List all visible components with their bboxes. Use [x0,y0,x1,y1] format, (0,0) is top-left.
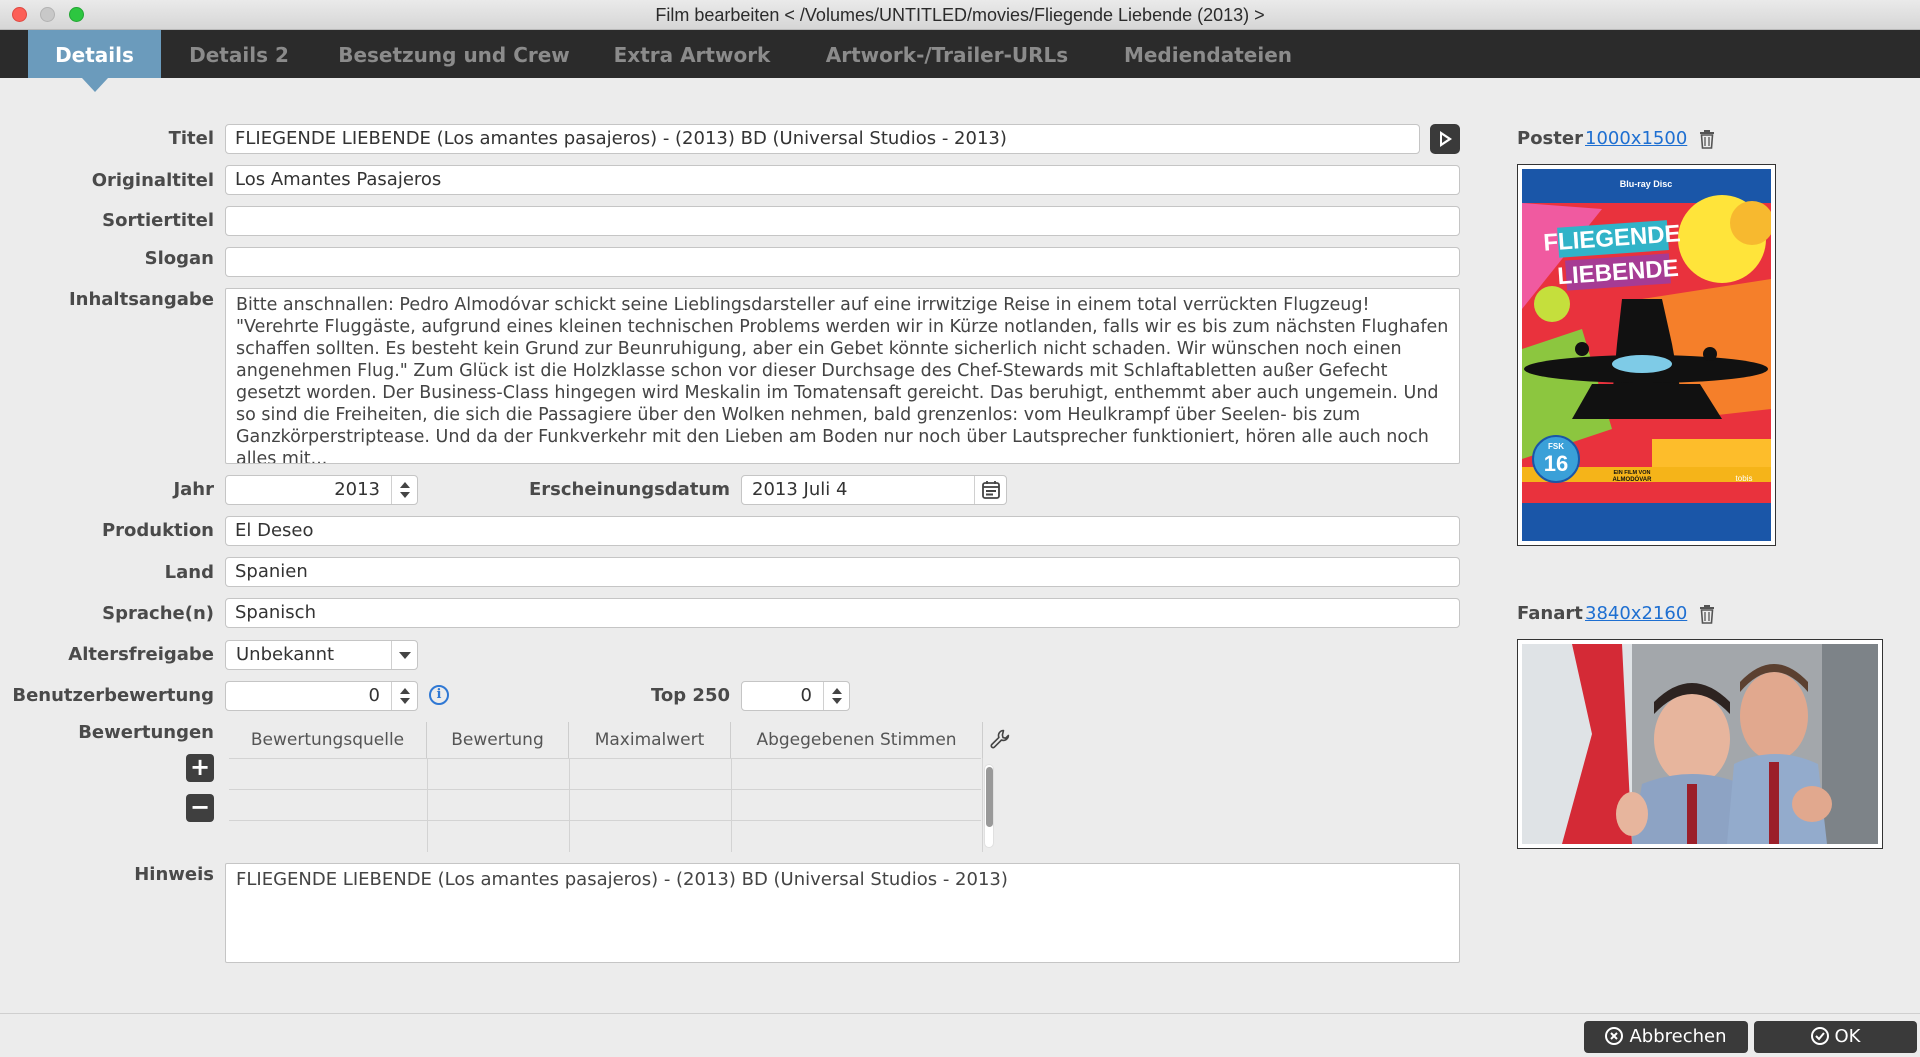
table-col-divider [427,758,428,852]
certification-select[interactable]: Unbekannt [225,640,418,670]
fanart-image[interactable] [1517,639,1883,849]
remove-rating-button[interactable]: − [186,794,214,822]
ratings-column-votes[interactable]: Abgegebenen Stimmen [731,722,983,758]
tab-details-2[interactable]: Details 2 [178,30,300,78]
trash-icon[interactable] [1699,129,1715,149]
footer-divider [0,1013,1920,1014]
tab-details[interactable]: Details [28,30,161,92]
ok-button[interactable]: OK [1754,1021,1917,1053]
wrench-icon[interactable] [989,728,1011,750]
table-col-divider [982,758,983,852]
ok-button-label: OK [1834,1026,1861,1047]
window-title: Film bearbeiten < /Volumes/UNTITLED/movi… [655,5,1265,25]
poster-label-right: tobis [1736,474,1753,483]
ratings-scrollbar-thumb[interactable] [986,767,993,827]
ratings-column-max[interactable]: Maximalwert [569,722,731,758]
tab-extra-artwork[interactable]: Extra Artwork [606,30,778,78]
top250-label: Top 250 [651,685,730,706]
poster-size-link[interactable]: 1000x1500 [1585,128,1687,149]
tab-cast-crew[interactable]: Besetzung und Crew [330,30,578,78]
sorttitle-input[interactable] [225,206,1460,236]
top250-value: 0 [800,685,812,706]
minus-icon: − [189,793,211,821]
plot-textarea[interactable]: Bitte anschnallen: Pedro Almodóvar schic… [225,288,1460,464]
userrating-spinner[interactable]: 0 [225,681,418,711]
calendar-icon[interactable] [974,476,1006,504]
release-date-value: 2013 Juli 4 [752,479,848,500]
chevron-down-icon[interactable] [391,641,417,669]
note-textarea[interactable]: FLIEGENDE LIEBENDE (Los amantes pasajero… [225,863,1460,963]
trash-icon[interactable] [1699,604,1715,624]
year-stepper-arrows[interactable] [391,476,417,504]
userrating-stepper-arrows[interactable] [391,682,417,710]
year-value: 2013 [334,479,380,500]
poster-brand: Blu-ray Disc [1620,179,1673,189]
top250-stepper-arrows[interactable] [823,682,849,710]
ratings-label: Bewertungen [78,722,214,743]
poster-fsk-value: 16 [1544,451,1568,476]
plot-label: Inhaltsangabe [68,289,214,310]
fanart-size-link[interactable]: 3840x2160 [1585,603,1687,624]
language-label: Sprache(n) [102,603,214,624]
tab-artwork-trailer-urls[interactable]: Artwork-/Trailer-URLs [810,30,1084,78]
year-label: Jahr [173,479,214,500]
table-col-divider [731,758,732,852]
table-row-divider [229,820,981,821]
table-col-divider [569,758,570,852]
tagline-input[interactable] [225,247,1460,277]
userrating-value: 0 [368,685,380,706]
country-input[interactable]: Spanien [225,557,1460,587]
ratings-column-rating[interactable]: Bewertung [427,722,569,758]
poster-director-line: EIN FILM VON [1614,470,1651,476]
cancel-icon [1605,1027,1624,1045]
play-trailer-button[interactable] [1430,124,1460,154]
add-rating-button[interactable]: + [186,754,214,782]
userrating-label: Benutzerbewertung [12,685,214,706]
sorttitle-label: Sortiertitel [102,210,214,231]
production-input[interactable]: El Deseo [225,516,1460,546]
poster-director: ALMODÓVAR [1613,475,1653,483]
ratings-column-source[interactable]: Bewertungsquelle [229,722,427,758]
cancel-button-label: Abbrechen [1629,1026,1727,1047]
certification-label: Altersfreigabe [68,644,214,665]
note-label: Hinweis [134,864,214,885]
poster-label: Poster [1517,128,1583,149]
title-input[interactable]: FLIEGENDE LIEBENDE (Los amantes pasajero… [225,124,1420,154]
release-date-label: Erscheinungsdatum [529,479,730,500]
release-date-picker[interactable]: 2013 Juli 4 [741,475,1007,505]
title-label: Titel [168,128,214,149]
fanart-label: Fanart [1517,603,1583,624]
originaltitle-label: Originaltitel [91,170,214,191]
production-label: Produktion [101,520,214,541]
ratings-table[interactable]: Bewertungsquelle Bewertung Maximalwert A… [229,722,1010,852]
tab-bar: Details Details 2 Besetzung und Crew Ext… [0,30,1920,92]
top250-spinner[interactable]: 0 [741,681,850,711]
tagline-label: Slogan [144,248,214,269]
poster-fsk-label: FSK [1548,442,1564,451]
country-label: Land [164,562,214,583]
language-input[interactable]: Spanisch [225,598,1460,628]
year-spinner[interactable]: 2013 [225,475,418,505]
cancel-button[interactable]: Abbrechen [1584,1021,1748,1053]
poster-image[interactable]: FSK 16 Blu-ray Disc FLIEGENDE LIEBENDE E… [1517,164,1776,546]
table-row-divider [229,789,981,790]
window-titlebar: Film bearbeiten < /Volumes/UNTITLED/movi… [0,0,1920,30]
originaltitle-input[interactable]: Los Amantes Pasajeros [225,165,1460,195]
info-icon[interactable]: i [429,685,449,705]
tab-media-files[interactable]: Mediendateien [1120,30,1296,78]
table-row-divider [229,758,981,759]
plus-icon: + [189,753,211,781]
check-icon [1810,1027,1829,1045]
certification-value: Unbekannt [236,644,335,665]
